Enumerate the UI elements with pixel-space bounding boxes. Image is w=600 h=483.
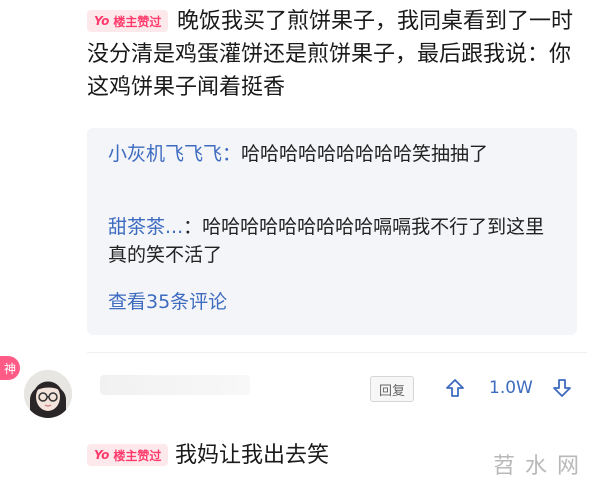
downvote-icon[interactable]: [551, 377, 573, 399]
reply-preview-box[interactable]: 小灰机飞飞飞：哈哈哈哈哈哈哈哈哈笑抽抽了 甜茶茶...：哈哈哈哈哈哈哈哈哈嗝嗝我…: [87, 128, 577, 335]
reply-item[interactable]: 甜茶茶...：哈哈哈哈哈哈哈哈哈嗝嗝我不行了到这里真的笑不活了: [108, 213, 558, 269]
reply-text: 哈哈哈哈哈哈哈哈哈笑抽抽了: [241, 143, 489, 165]
comment-text: 我妈让我出去笑: [175, 443, 330, 468]
god-comment-tag: 神: [0, 356, 20, 380]
username-blurred[interactable]: [100, 375, 250, 395]
upvote-icon[interactable]: [444, 377, 466, 399]
reply-button[interactable]: 回复: [370, 376, 414, 402]
reply-item[interactable]: 小灰机飞飞飞：哈哈哈哈哈哈哈哈哈笑抽抽了: [108, 140, 558, 168]
reply-separator: ：: [222, 143, 242, 165]
reply-username[interactable]: 甜茶茶...: [108, 216, 183, 238]
comment-text: 晚饭我买了煎饼果子，我同桌看到了一时没分清是鸡蛋灌饼还是煎饼果子，最后跟我说：你…: [87, 5, 587, 104]
comment-body: 晚饭我买了煎饼果子，我同桌看到了一时没分清是鸡蛋灌饼还是煎饼果子，最后跟我说：你…: [87, 9, 574, 100]
view-more-comments-link[interactable]: 查看35条评论: [108, 287, 227, 314]
avatar[interactable]: [24, 370, 72, 418]
yo-icon: Yo: [94, 448, 110, 462]
divider: [87, 352, 587, 353]
reply-separator: ：: [183, 216, 203, 238]
reply-username[interactable]: 小灰机飞飞飞: [108, 143, 222, 165]
watermark: 苕水网: [493, 454, 590, 479]
like-count: 1.0W: [489, 378, 533, 398]
op-liked-badge: Yo 楼主赞过: [87, 444, 169, 466]
op-liked-label: 楼主赞过: [113, 448, 162, 463]
avatar-illustration: [24, 370, 72, 418]
